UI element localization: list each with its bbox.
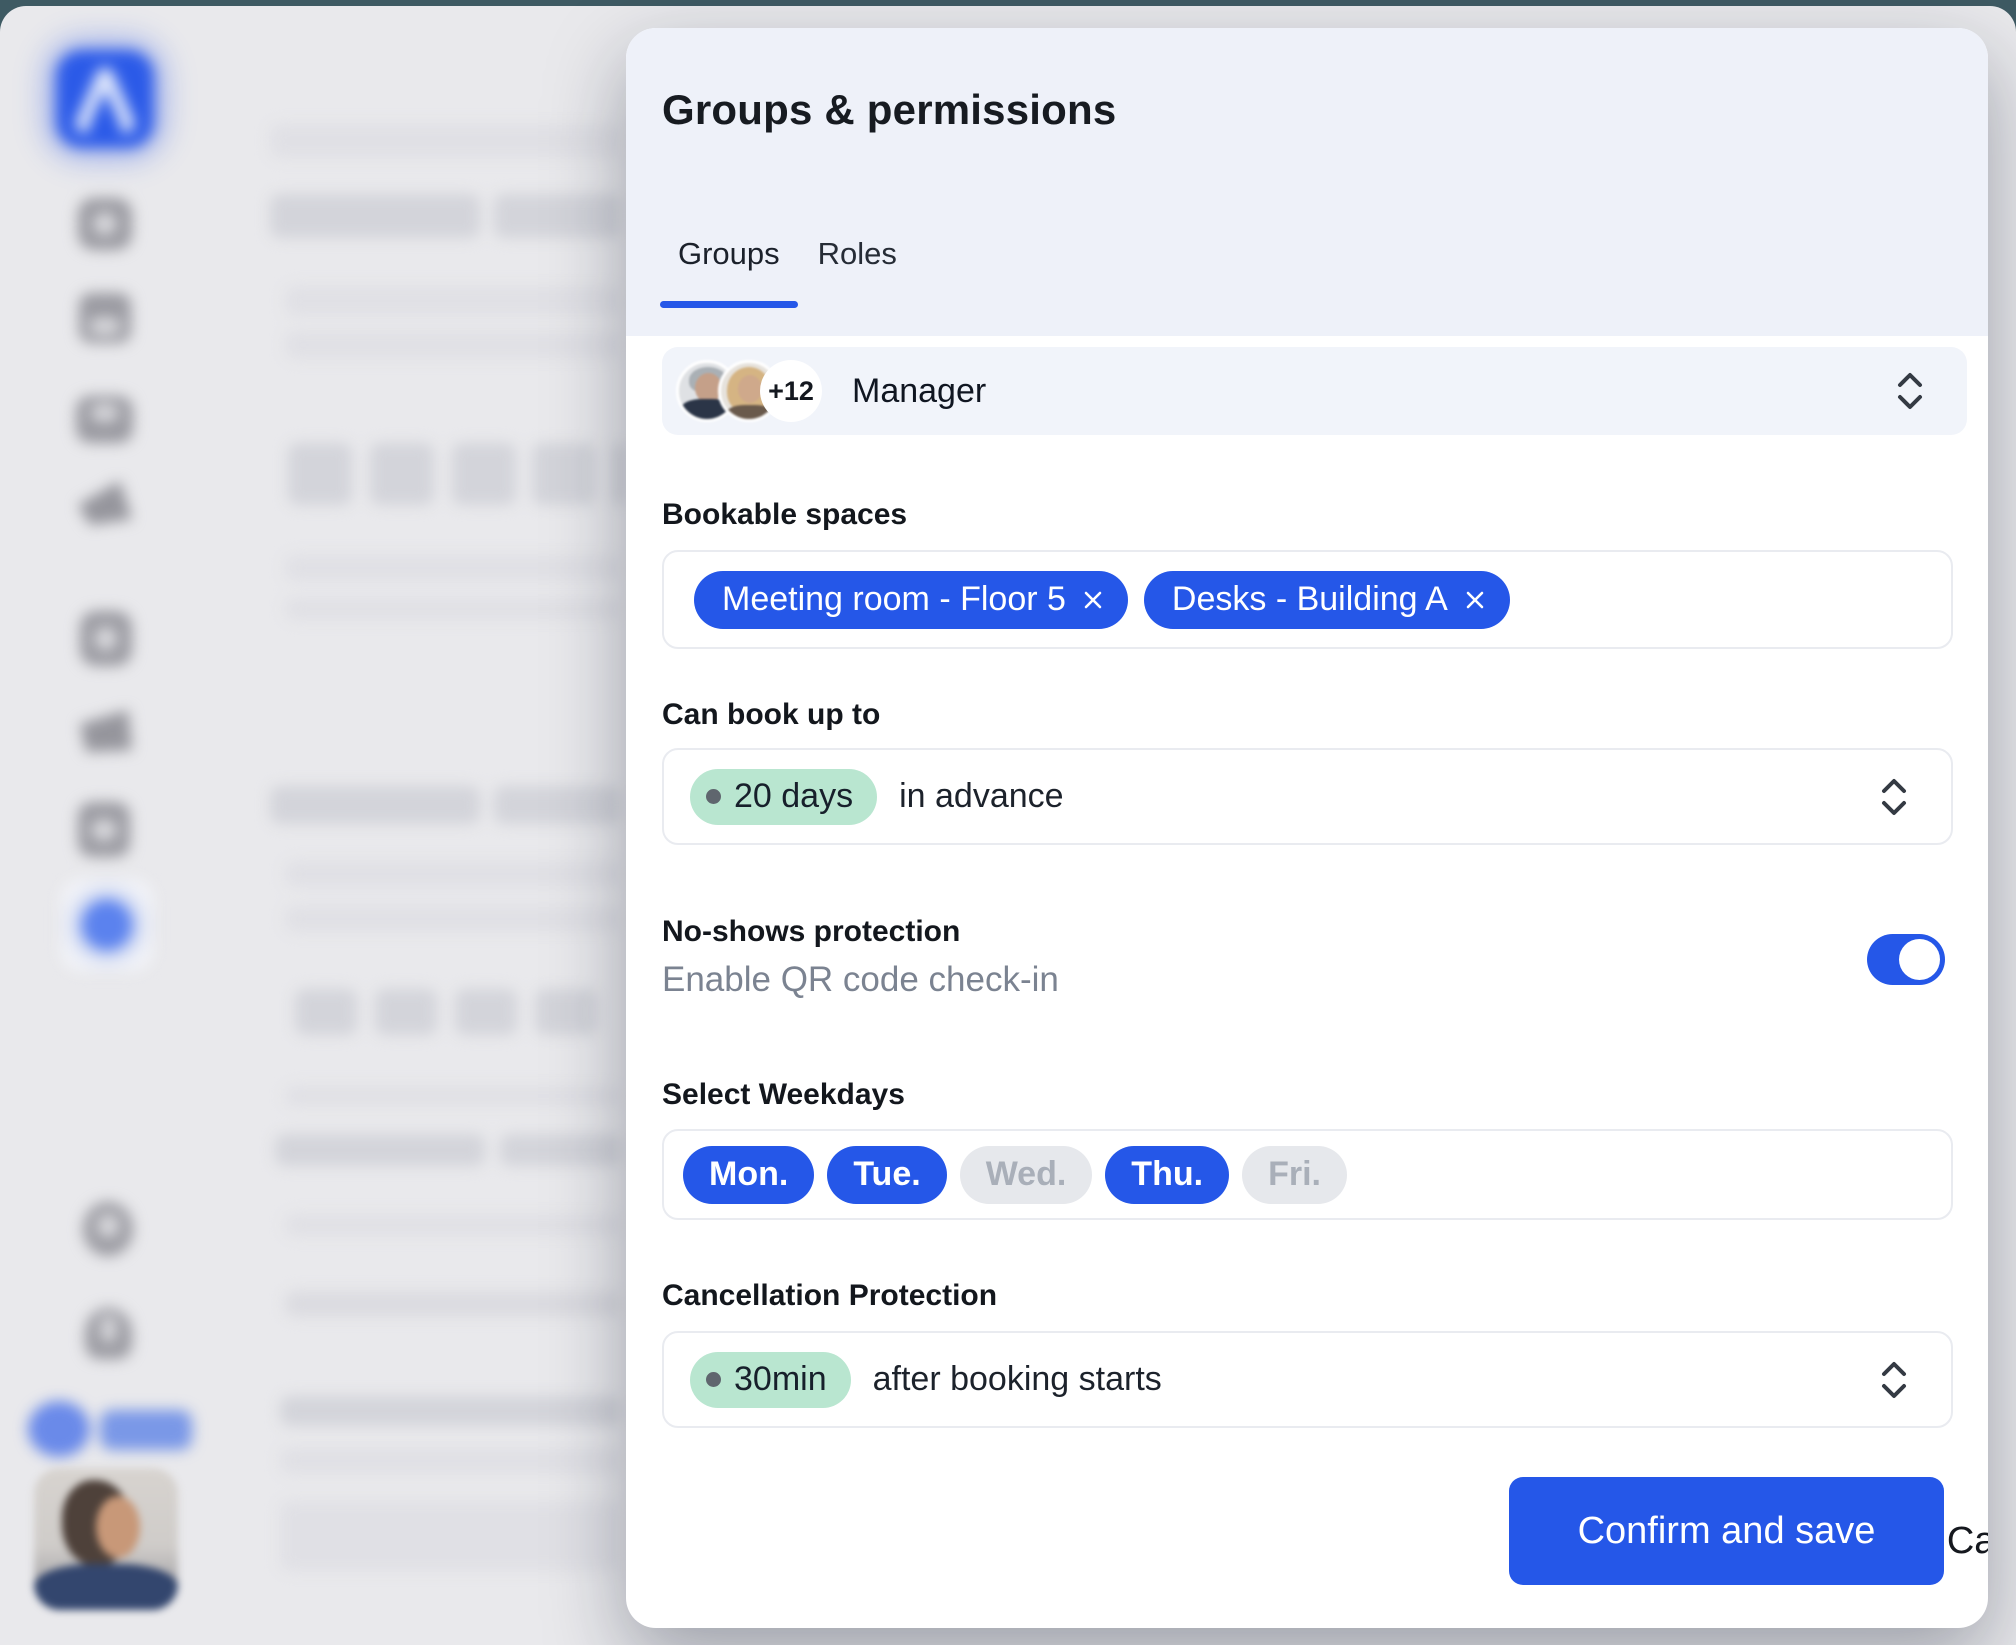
- dot-icon: [706, 1372, 721, 1387]
- qr-checkin-toggle[interactable]: [1867, 934, 1945, 985]
- duration-badge: 30min: [690, 1352, 851, 1408]
- apps-launcher-icon[interactable]: [28, 1401, 90, 1457]
- day-pill-fri[interactable]: Fri.: [1242, 1146, 1347, 1204]
- skeleton-bar: [285, 861, 620, 887]
- duration-badge: 20 days: [690, 769, 877, 825]
- skeleton-bar: [285, 598, 620, 620]
- skeleton-tile: [612, 443, 626, 505]
- weekdays-field: Mon. Tue. Wed. Thu. Fri.: [662, 1129, 1953, 1220]
- bell-icon[interactable]: [83, 1202, 133, 1256]
- skeleton-bar: [270, 124, 620, 158]
- gear-icon[interactable]: [78, 198, 132, 250]
- sidebar-item-active[interactable]: [60, 878, 154, 972]
- remove-chip-icon[interactable]: [1082, 589, 1104, 611]
- bookable-spaces-label: Bookable spaces: [662, 498, 907, 532]
- megaphone-icon[interactable]: [78, 706, 134, 758]
- skeleton-tile: [370, 443, 434, 505]
- headset-icon[interactable]: [85, 1308, 132, 1359]
- dot-icon: [706, 789, 721, 804]
- tab-groups[interactable]: Groups: [660, 224, 798, 308]
- avatar-face: [96, 1496, 140, 1558]
- modal-title: Groups & permissions: [662, 86, 1116, 134]
- duration-badge-label: 30min: [734, 1360, 827, 1399]
- skeleton-bar: [270, 194, 480, 238]
- skeleton-tile: [455, 989, 517, 1035]
- bookable-spaces-field[interactable]: Meeting room - Floor 5 Desks - Building …: [662, 550, 1953, 649]
- cancellation-label: Cancellation Protection: [662, 1279, 997, 1313]
- screen: Groups & permissions Groups Roles +12 Ma…: [0, 0, 2016, 1645]
- day-pill-mon[interactable]: Mon.: [683, 1146, 814, 1204]
- skeleton-bar: [275, 1134, 485, 1166]
- group-select[interactable]: +12 Manager: [662, 347, 1967, 435]
- skeleton-tile: [532, 443, 596, 505]
- skeleton-tile: [288, 443, 352, 505]
- confirm-save-button[interactable]: Confirm and save: [1509, 1477, 1944, 1585]
- group-select-value: Manager: [852, 372, 986, 411]
- space-chip-label: Meeting room - Floor 5: [722, 580, 1066, 619]
- skeleton-bar: [280, 1396, 620, 1426]
- skeleton-bar: [494, 786, 620, 824]
- remove-chip-icon[interactable]: [1464, 589, 1486, 611]
- groups-permissions-modal: Groups & permissions Groups Roles +12 Ma…: [626, 28, 1988, 1628]
- skeleton-bar: [285, 1086, 620, 1106]
- day-pill-wed[interactable]: Wed.: [960, 1146, 1093, 1204]
- weekdays-label: Select Weekdays: [662, 1078, 905, 1112]
- skeleton-bar: [285, 286, 620, 316]
- skeleton-bar: [285, 331, 620, 359]
- skeleton-tile: [375, 989, 437, 1035]
- team-icon[interactable]: [76, 396, 133, 443]
- apps-launcher-label[interactable]: [100, 1410, 192, 1450]
- chevron-updown-icon: [1893, 369, 1927, 413]
- app-logo[interactable]: [56, 50, 154, 148]
- day-pill-tue[interactable]: Tue.: [827, 1146, 946, 1204]
- skeleton-bar: [500, 1134, 620, 1166]
- space-chip[interactable]: Meeting room - Floor 5: [694, 571, 1128, 629]
- cancellation-select[interactable]: 30min after booking starts: [662, 1331, 1953, 1428]
- device-icon[interactable]: [78, 802, 130, 857]
- tabs: Groups Roles: [660, 224, 915, 308]
- day-pill-thu[interactable]: Thu.: [1105, 1146, 1229, 1204]
- skeleton-bar: [280, 1448, 620, 1474]
- skeleton-bar: [285, 1291, 620, 1317]
- skeleton-bar: [270, 786, 480, 824]
- can-book-select[interactable]: 20 days in advance: [662, 748, 1953, 845]
- skeleton-bar: [285, 906, 620, 932]
- chevron-updown-icon: [1877, 775, 1911, 819]
- space-chip[interactable]: Desks - Building A: [1144, 571, 1510, 629]
- can-book-label: Can book up to: [662, 698, 880, 732]
- logo-a-icon: [56, 50, 154, 148]
- user-avatar[interactable]: [34, 1468, 178, 1610]
- skeleton-tile: [535, 989, 597, 1035]
- qr-checkin-text: Enable QR code check-in: [662, 960, 1059, 1000]
- cancellation-suffix: after booking starts: [873, 1360, 1162, 1399]
- tab-roles[interactable]: Roles: [800, 224, 915, 308]
- toggle-knob: [1899, 939, 1940, 980]
- skeleton-tile: [295, 989, 357, 1035]
- no-shows-label: No-shows protection: [662, 915, 960, 949]
- skeleton-bar: [285, 555, 620, 581]
- skeleton-bar: [494, 194, 620, 238]
- duration-badge-label: 20 days: [734, 777, 853, 816]
- shield-icon[interactable]: [80, 611, 132, 666]
- skeleton-tile: [452, 443, 516, 505]
- active-dot-icon: [82, 900, 132, 950]
- skeleton-block: [280, 1501, 620, 1571]
- can-book-suffix: in advance: [899, 777, 1063, 816]
- avatar-body: [34, 1564, 178, 1610]
- share-icon[interactable]: [76, 479, 134, 529]
- space-chip-label: Desks - Building A: [1172, 580, 1448, 619]
- chevron-updown-icon: [1877, 1358, 1911, 1402]
- extra-members-badge: +12: [760, 360, 822, 422]
- modules-icon[interactable]: [79, 293, 131, 343]
- skeleton-bar: [285, 1214, 620, 1236]
